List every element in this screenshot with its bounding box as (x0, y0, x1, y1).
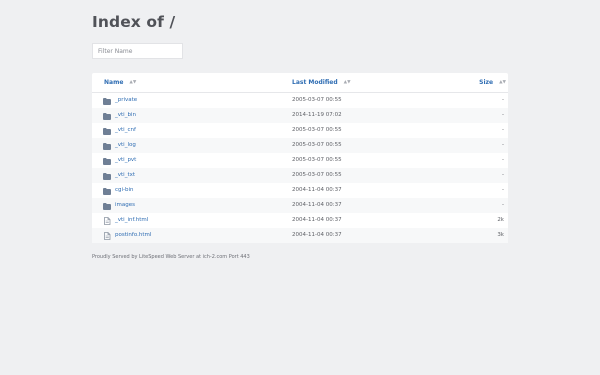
entry-size: - (502, 97, 504, 103)
file-icon (103, 217, 111, 225)
entry-size: 2k (497, 217, 504, 223)
entry-name-link[interactable]: _private (115, 93, 137, 108)
table-row: postinfo.html 2004-11-04 00:37 3k (92, 228, 508, 243)
folder-icon (103, 187, 111, 195)
folder-icon (103, 172, 111, 180)
entry-size: - (502, 187, 504, 193)
entry-size: - (502, 142, 504, 148)
size-column-label: Size (479, 79, 494, 86)
server-footer: Proudly Served by LiteSpeed Web Server a… (92, 254, 250, 260)
sort-arrows-icon: ▲▼ (499, 80, 506, 85)
entry-size: - (502, 127, 504, 133)
entry-name-link[interactable]: _vti_pvt (115, 153, 136, 168)
entry-size: - (502, 202, 504, 208)
folder-icon (103, 127, 111, 135)
table-row: _vti_bin 2014-11-19 07:02 - (92, 108, 508, 123)
sort-arrows-icon: ▲▼ (343, 80, 351, 85)
file-icon (103, 232, 111, 240)
name-column-header[interactable]: Name ▲▼ (104, 79, 136, 86)
table-row: cgi-bin 2004-11-04 00:37 - (92, 183, 508, 198)
table-row: _private 2005-03-07 00:55 - (92, 93, 508, 108)
entry-modified: 2004-11-04 00:37 (292, 217, 342, 223)
entry-modified: 2004-11-04 00:37 (292, 202, 342, 208)
name-column-label: Name (104, 79, 124, 86)
entry-name-link[interactable]: cgi-bin (115, 183, 134, 198)
page-title: Index of / (92, 13, 176, 31)
folder-icon (103, 157, 111, 165)
entry-name-link[interactable]: _vti_log (115, 138, 136, 153)
entry-modified: 2005-03-07 00:55 (292, 142, 342, 148)
entry-modified: 2005-03-07 00:55 (292, 97, 342, 103)
entry-modified: 2005-03-07 00:55 (292, 172, 342, 178)
entry-size: - (502, 112, 504, 118)
entry-modified: 2004-11-04 00:37 (292, 187, 342, 193)
table-row: _vti_pvt 2005-03-07 00:55 - (92, 153, 508, 168)
entry-name-link[interactable]: _vti_bin (115, 108, 136, 123)
entry-modified: 2014-11-19 07:02 (292, 112, 342, 118)
entry-size: 3k (497, 232, 504, 238)
entry-name-link[interactable]: _vti_inf.html (115, 213, 148, 228)
table-row: _vti_cnf 2005-03-07 00:55 - (92, 123, 508, 138)
entry-modified: 2005-03-07 00:55 (292, 127, 342, 133)
folder-icon (103, 97, 111, 105)
entry-size: - (502, 157, 504, 163)
folder-icon (103, 142, 111, 150)
folder-icon (103, 112, 111, 120)
entry-modified: 2005-03-07 00:55 (292, 157, 342, 163)
table-header: Name ▲▼ Last Modified ▲▼ Size ▲▼ (92, 73, 508, 93)
last-modified-column-label: Last Modified (292, 79, 338, 86)
table-row: _vti_inf.html 2004-11-04 00:37 2k (92, 213, 508, 228)
file-listing-table: Name ▲▼ Last Modified ▲▼ Size ▲▼ _private 2… (92, 73, 508, 243)
entry-name-link[interactable]: postinfo.html (115, 228, 151, 243)
entry-name-link[interactable]: _vti_cnf (115, 123, 136, 138)
entry-name-link[interactable]: images (115, 198, 135, 213)
table-body: _private 2005-03-07 00:55 - _vti_bin 201… (92, 93, 508, 243)
table-row: _vti_txt 2005-03-07 00:55 - (92, 168, 508, 183)
table-row: _vti_log 2005-03-07 00:55 - (92, 138, 508, 153)
entry-size: - (502, 172, 504, 178)
entry-modified: 2004-11-04 00:37 (292, 232, 342, 238)
size-column-header[interactable]: Size ▲▼ (479, 79, 506, 86)
last-modified-column-header[interactable]: Last Modified ▲▼ (292, 79, 351, 86)
sort-arrows-icon: ▲▼ (129, 80, 137, 85)
folder-icon (103, 202, 111, 210)
filter-name-input[interactable] (92, 43, 183, 59)
table-row: images 2004-11-04 00:37 - (92, 198, 508, 213)
entry-name-link[interactable]: _vti_txt (115, 168, 135, 183)
